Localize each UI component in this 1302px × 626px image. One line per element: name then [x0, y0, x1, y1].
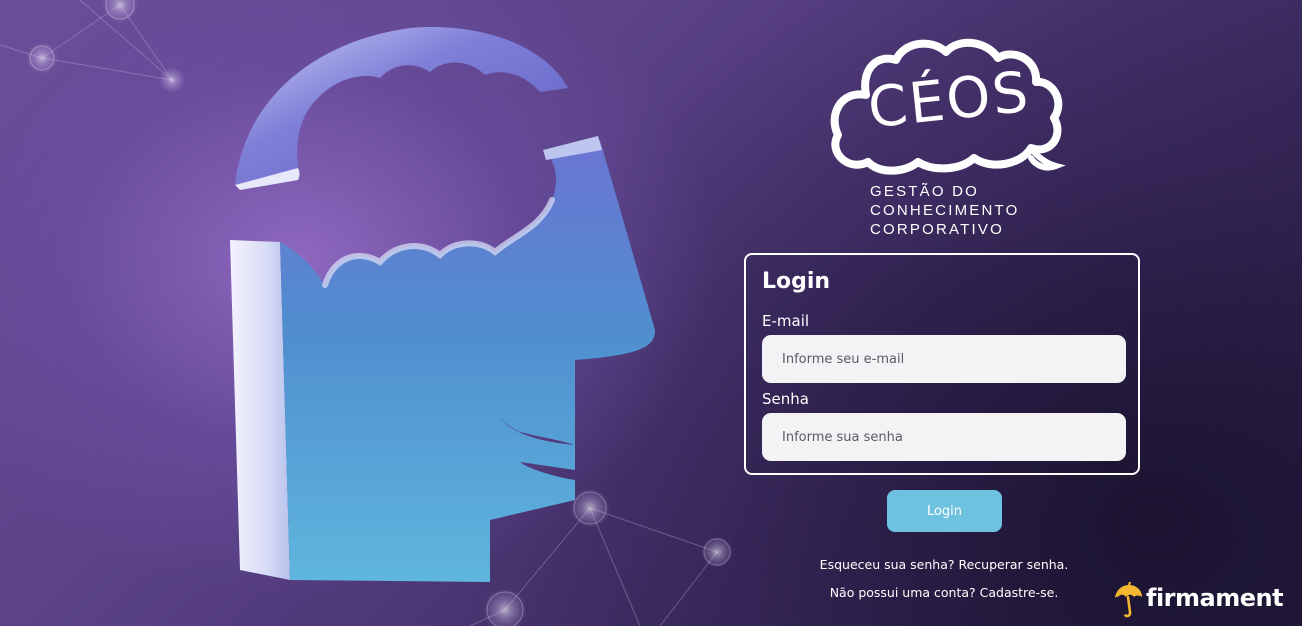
ceos-logo: CÉOS GESTÃO DO CONHECIMENTO CORPORATIVO: [826, 30, 1066, 245]
email-input[interactable]: [762, 335, 1126, 383]
email-label: E-mail: [762, 312, 810, 330]
login-form: Login E-mail Senha: [744, 253, 1140, 475]
brand-name: firmament: [1146, 584, 1284, 612]
signup-prompt: Não possui uma conta?: [829, 585, 976, 600]
login-button[interactable]: Login: [887, 490, 1002, 532]
firmament-brand: firmament: [1112, 580, 1297, 620]
tagline-line: CONHECIMENTO: [870, 202, 1020, 219]
login-title: Login: [762, 269, 831, 294]
forgot-password-line: Esqueceu sua senha? Recuperar senha.: [744, 557, 1144, 572]
password-label: Senha: [762, 390, 809, 408]
password-input[interactable]: [762, 413, 1126, 461]
umbrella-icon: [1115, 582, 1142, 618]
forgot-password-prompt: Esqueceu sua senha?: [819, 557, 955, 572]
tagline-line: GESTÃO DO: [870, 183, 979, 200]
signup-link[interactable]: Cadastre-se.: [980, 585, 1059, 600]
logo-tagline: GESTÃO DO CONHECIMENTO CORPORATIVO: [870, 182, 1070, 239]
tagline-line: CORPORATIVO: [870, 221, 1004, 238]
head-illustration: [230, 27, 655, 582]
recover-password-link[interactable]: Recuperar senha.: [958, 557, 1068, 572]
signup-line: Não possui uma conta? Cadastre-se.: [744, 585, 1144, 600]
